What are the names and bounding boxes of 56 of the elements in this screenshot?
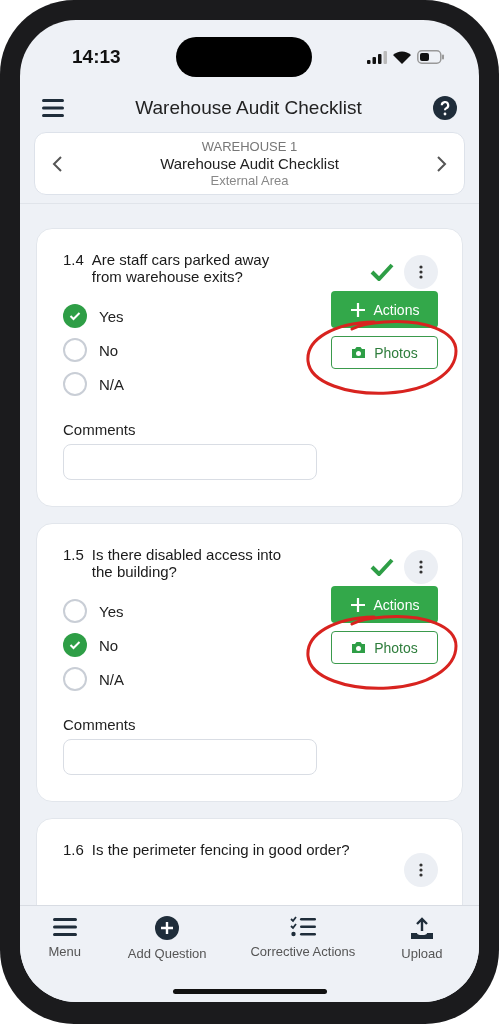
camera-icon (351, 346, 367, 359)
plus-circle-icon (155, 916, 180, 940)
option-label: No (99, 636, 119, 654)
page-title: Warehouse Audit Checklist (135, 97, 362, 119)
plus-icon (349, 596, 366, 613)
more-icon (419, 560, 423, 574)
previous-button[interactable] (51, 154, 63, 173)
more-button[interactable] (404, 255, 438, 289)
next-button[interactable] (436, 154, 448, 173)
more-button[interactable] (404, 550, 438, 584)
option-label: Yes (99, 307, 124, 325)
question-text: Is there disabled access into the building? (91, 546, 283, 580)
camera-icon (351, 641, 367, 654)
comments-field[interactable] (63, 444, 317, 480)
wifi-icon (393, 50, 411, 64)
radio-button[interactable] (63, 667, 87, 691)
comments-label: Comments (63, 421, 137, 438)
area-label: External Area (210, 173, 289, 188)
radio-button[interactable] (63, 338, 87, 362)
battery-icon (417, 50, 445, 64)
radio-button[interactable] (63, 304, 87, 328)
nav-tab[interactable]: Add Question (103, 916, 231, 972)
option-label: N/A (99, 375, 124, 393)
more-button[interactable] (404, 853, 438, 887)
signal-icon (367, 50, 387, 64)
help-button[interactable] (433, 96, 457, 120)
photos-button[interactable]: Photos (331, 336, 438, 369)
status-time: 14:13 (72, 46, 121, 68)
menu-icon (52, 916, 77, 938)
radio-button[interactable] (63, 372, 87, 396)
nav-tab[interactable]: Upload (374, 916, 469, 972)
nav-tab[interactable]: Corrective Actions (230, 916, 375, 972)
option-label: No (99, 341, 119, 359)
more-icon (419, 863, 423, 877)
upload-icon (409, 916, 434, 940)
more-icon (419, 265, 423, 279)
photos-button[interactable]: Photos (331, 631, 438, 664)
check-icon (69, 640, 81, 650)
check-icon (69, 311, 81, 321)
question-text: Is the perimeter fencing in good order? (91, 841, 350, 858)
nav-tab[interactable]: Menu (26, 916, 104, 972)
checklist-title: Warehouse Audit Checklist (160, 155, 339, 172)
checklist-icon (289, 916, 316, 938)
question-number: 1.6 (63, 841, 84, 858)
option-label: Yes (99, 602, 124, 620)
plus-icon (349, 301, 366, 318)
question-text: Are staff cars parked away from warehouse exits? (91, 251, 271, 285)
question-number: 1.4 (63, 251, 84, 270)
warehouse-label: WAREHOUSE 1 (201, 139, 298, 154)
radio-button[interactable] (63, 599, 87, 623)
question-number: 1.5 (63, 546, 84, 565)
comments-label: Comments (63, 716, 137, 733)
comments-field[interactable] (63, 739, 317, 775)
option-label: N/A (99, 670, 124, 688)
radio-button[interactable] (63, 633, 87, 657)
menu-button[interactable] (42, 98, 64, 118)
